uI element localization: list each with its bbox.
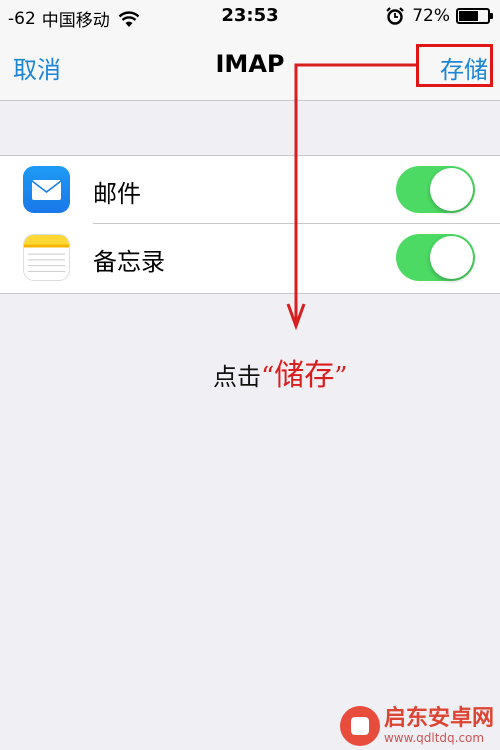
- watermark-text: 启东安卓网 www.qdltdq.com: [383, 706, 494, 745]
- notes-icon: [23, 234, 70, 281]
- settings-group: 邮件 备忘录: [0, 155, 500, 294]
- annotation-highlight: 储存: [274, 358, 335, 393]
- settings-row-notes: 备忘录: [0, 224, 500, 292]
- mail-toggle[interactable]: [396, 166, 475, 213]
- annotation-prefix: 点击: [213, 363, 261, 391]
- battery-fill: [459, 11, 478, 21]
- watermark: 启东安卓网 www.qdltdq.com: [339, 706, 494, 746]
- battery-icon: [456, 8, 493, 24]
- notes-toggle[interactable]: [396, 234, 475, 281]
- watermark-logo-icon: [339, 706, 380, 746]
- toggle-knob: [430, 236, 473, 279]
- annotation-open-quote: “: [261, 362, 275, 392]
- battery-percent: 72%: [412, 6, 450, 26]
- alarm-clock-icon: [386, 7, 404, 25]
- mail-icon: [23, 166, 70, 213]
- settings-row-mail: 邮件: [0, 156, 500, 224]
- status-bar: -62 中国移动 23:53 72%: [0, 0, 500, 34]
- watermark-name: 启东安卓网: [383, 706, 494, 732]
- settings-row-label: 备忘录: [93, 248, 165, 276]
- status-right: 72%: [386, 6, 493, 26]
- settings-row-label: 邮件: [93, 180, 141, 208]
- watermark-url: www.qdltdq.com: [383, 730, 485, 745]
- save-button-highlight: [416, 44, 493, 87]
- toggle-knob: [430, 168, 473, 211]
- annotation-text: 点击“储存”: [213, 350, 348, 394]
- annotation-close-quote: ”: [334, 362, 348, 392]
